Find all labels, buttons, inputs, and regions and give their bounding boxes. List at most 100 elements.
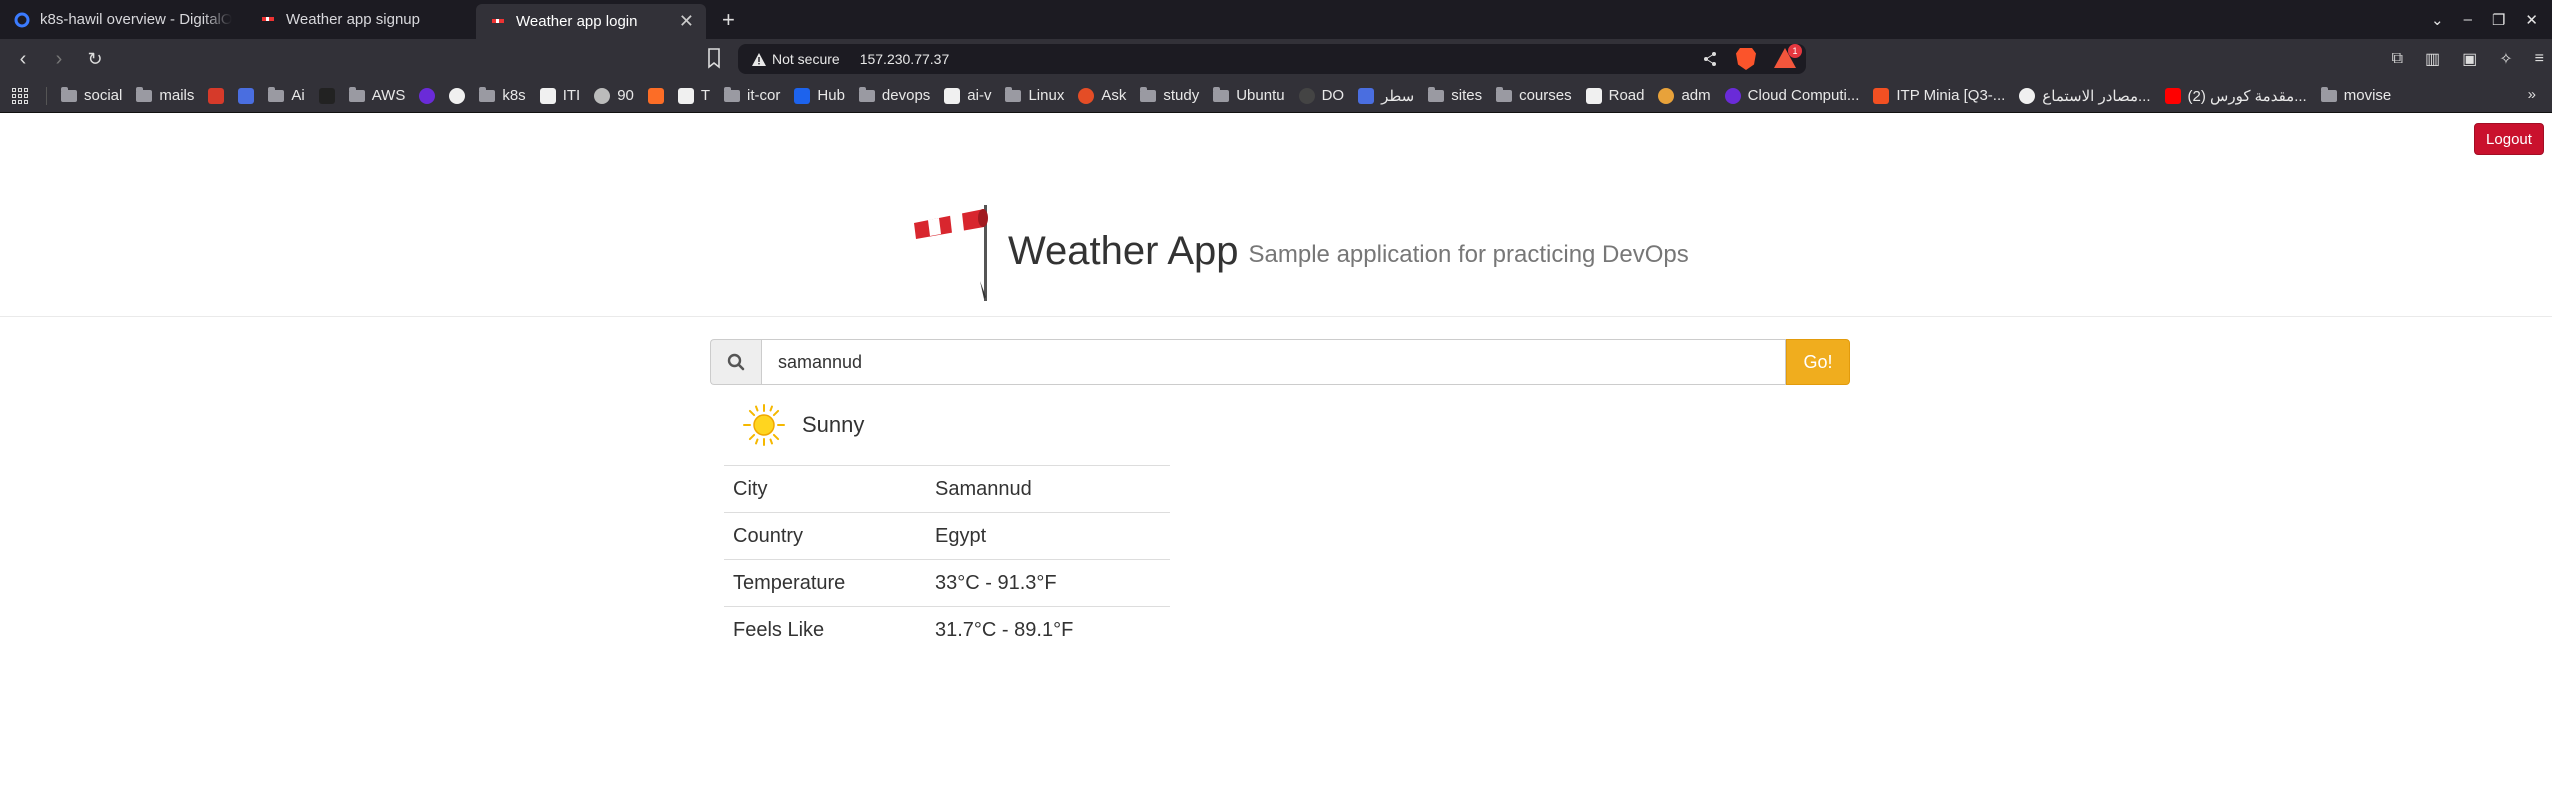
bookmark-item[interactable]: adm — [1658, 87, 1711, 104]
bookmark-item[interactable]: Ask — [1078, 87, 1126, 104]
folder-icon — [348, 86, 365, 102]
bookmark-item[interactable]: study — [1140, 86, 1200, 104]
bookmark-label: mails — [159, 87, 195, 104]
new-tab-button[interactable]: + — [706, 0, 751, 39]
share-icon[interactable] — [1702, 51, 1718, 67]
bookmark-item[interactable]: Cloud Computi... — [1724, 87, 1860, 104]
bookmark-item[interactable]: AWS — [348, 86, 405, 104]
condition-text: Sunny — [802, 412, 865, 437]
forward-icon[interactable]: › — [46, 46, 72, 72]
bookmark-item[interactable] — [449, 87, 466, 104]
toolbar-actions: ⧉ ▥ ▣ ✧ ≡ — [2392, 39, 2544, 79]
app-title: Weather App — [1008, 229, 1239, 273]
table-row: Feels Like 31.7°C - 89.1°F — [724, 606, 1170, 654]
go-button[interactable]: Go! — [1786, 339, 1850, 385]
bookmark-item[interactable] — [238, 87, 255, 104]
folder-icon — [61, 86, 77, 102]
tab-signup[interactable]: Weather app signup — [246, 0, 476, 39]
more-bookmarks-icon[interactable]: » — [2528, 86, 2536, 103]
bookmark-item[interactable] — [647, 87, 664, 104]
folder-icon — [479, 86, 496, 102]
tab-login[interactable]: Weather app login ✕ — [476, 4, 706, 39]
bookmark-item[interactable] — [419, 87, 436, 104]
bookmark-item[interactable]: Road — [1585, 87, 1644, 104]
city-search-input[interactable] — [761, 339, 1786, 385]
bookmark-item[interactable]: devops — [858, 86, 930, 104]
digitalocean-icon — [14, 12, 30, 27]
address-bar[interactable]: Not secure 157.230.77.37 1 — [738, 44, 1806, 74]
bookmark-item[interactable] — [208, 87, 225, 104]
folder-icon — [268, 86, 285, 102]
bookmark-label: k8s — [502, 87, 526, 104]
vpn-icon[interactable]: ✧ — [2499, 49, 2512, 69]
menu-icon[interactable]: ≡ — [2535, 50, 2544, 68]
folder-icon — [1140, 86, 1157, 102]
bookmark-item[interactable]: مصادر الاستماع... — [2019, 87, 2151, 105]
tab-label: k8s-hawil overview - DigitalOcean — [40, 11, 232, 28]
bookmark-icon[interactable] — [706, 47, 722, 69]
bookmark-item[interactable]: Linux — [1005, 86, 1065, 104]
tab-label: Weather app login — [516, 13, 638, 30]
bookmark-label: Linux — [1028, 87, 1065, 104]
close-icon[interactable]: ✕ — [679, 11, 694, 32]
bookmark-item[interactable]: movise — [2320, 86, 2391, 104]
bookmark-label: study — [1163, 87, 1200, 104]
blue-site-icon — [238, 87, 255, 104]
docker-icon — [794, 87, 811, 104]
bookmark-item[interactable]: k8s — [479, 86, 526, 104]
back-icon[interactable]: ‹ — [10, 46, 36, 72]
bookmark-item[interactable] — [318, 87, 335, 104]
bookmark-item[interactable]: Hub — [794, 87, 845, 104]
bookmark-item[interactable]: سطر — [1358, 87, 1414, 105]
bookmark-item[interactable]: Ubuntu — [1213, 86, 1285, 104]
bookmark-item[interactable]: T — [677, 87, 710, 104]
bookmark-item[interactable]: sites — [1428, 86, 1483, 104]
folder-icon — [136, 86, 153, 102]
bookmark-item[interactable]: (2) مقدمة كورس... — [2164, 87, 2307, 105]
wallet-icon[interactable]: ▣ — [2462, 49, 2477, 69]
brave-rewards-icon[interactable]: 1 — [1774, 44, 1802, 70]
bookmark-item[interactable]: 90 — [594, 87, 634, 104]
security-warning[interactable]: Not secure — [752, 51, 840, 67]
folder-icon — [1428, 86, 1445, 102]
bookmark-item[interactable]: DO — [1298, 87, 1344, 104]
bookmark-item[interactable]: Ai — [268, 86, 305, 104]
bookmark-item[interactable]: courses — [1496, 86, 1572, 104]
gitlab-icon — [647, 87, 664, 104]
bookmark-label: Cloud Computi... — [1747, 87, 1860, 104]
bookmark-item[interactable]: it-cor — [724, 86, 780, 104]
bookmark-label: ai-v — [967, 87, 992, 104]
maximize-icon[interactable]: ❐ — [2492, 11, 2505, 29]
bookmark-item[interactable]: mails — [136, 86, 195, 104]
sidebar-icon[interactable]: ▥ — [2425, 49, 2440, 69]
bookmark-label: سطر — [1381, 87, 1415, 105]
bookmark-label: Ai — [291, 87, 305, 104]
feather-icon — [318, 87, 335, 104]
roadmap-icon — [1585, 87, 1602, 104]
github-icon — [449, 87, 466, 104]
tab-list-icon[interactable]: ⌄ — [2431, 11, 2444, 29]
folder-icon — [2320, 86, 2337, 102]
bookmark-item[interactable]: ai-v — [944, 87, 991, 104]
reload-icon[interactable]: ↻ — [82, 46, 108, 72]
bookmark-label: ITP Minia [Q3-... — [1896, 87, 2006, 104]
close-window-icon[interactable]: ✕ — [2525, 11, 2538, 29]
search-icon — [727, 353, 745, 371]
warning-icon — [752, 52, 766, 66]
bookmark-item[interactable]: ITI — [539, 87, 580, 104]
tab-digitalocean[interactable]: k8s-hawil overview - DigitalOcean — [0, 0, 246, 39]
bookmark-item[interactable]: ITP Minia [Q3-... — [1873, 87, 2005, 104]
bookmark-item[interactable]: social — [61, 86, 122, 104]
apps-grid-icon[interactable] — [12, 87, 28, 104]
tab-label: Weather app signup — [286, 11, 420, 28]
bookmark-label: sites — [1451, 87, 1483, 104]
extensions-icon[interactable]: ⧉ — [2392, 50, 2403, 68]
brave-shields-icon[interactable] — [1736, 48, 1756, 70]
minimize-icon[interactable]: – — [2464, 11, 2472, 28]
row-value: 31.7°C - 89.1°F — [926, 606, 1170, 654]
row-key: City — [724, 465, 926, 513]
row-key: Feels Like — [724, 606, 926, 654]
logout-button[interactable]: Logout — [2474, 123, 2544, 155]
search-group: Go! — [710, 339, 1850, 385]
orange-site-icon — [1658, 87, 1675, 104]
